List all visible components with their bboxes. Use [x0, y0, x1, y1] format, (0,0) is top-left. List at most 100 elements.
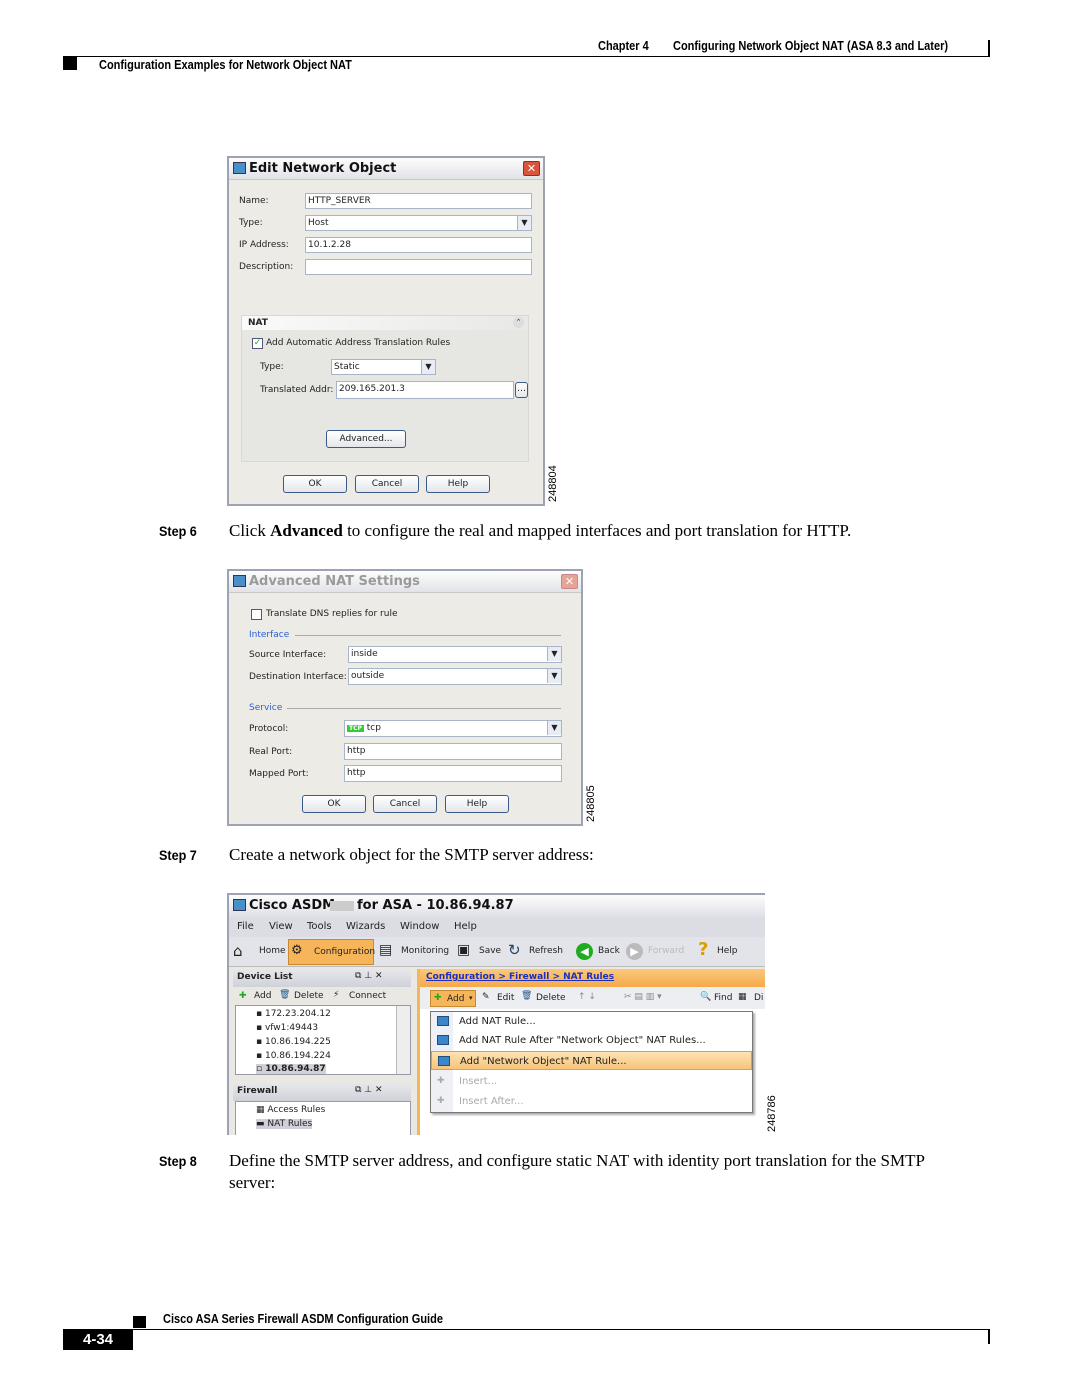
cancel-button[interactable]: Cancel — [373, 795, 437, 813]
device-add-button[interactable]: Add — [254, 991, 271, 1001]
toolbar-refresh[interactable]: Refresh — [529, 946, 563, 956]
toolbar-home[interactable]: Home — [259, 946, 286, 956]
toolbar-monitoring[interactable]: Monitoring — [401, 946, 449, 956]
device-item[interactable]: ▪ 10.86.194.224 — [256, 1051, 331, 1061]
type-select[interactable]: Host ▼ — [305, 215, 532, 231]
edit-button[interactable]: Edit — [497, 993, 514, 1003]
ok-button[interactable]: OK — [302, 795, 366, 813]
device-connect-button[interactable]: Connect — [349, 991, 386, 1001]
chevron-down-icon[interactable]: ▼ — [517, 216, 531, 230]
firewall-item-access-rules[interactable]: ▦ Access Rules — [256, 1105, 325, 1115]
close-icon[interactable]: ✕ — [561, 574, 578, 589]
menu-wizards[interactable]: Wizards — [346, 921, 385, 932]
real-port-input[interactable]: http — [344, 743, 562, 760]
menu-tools[interactable]: Tools — [307, 921, 332, 932]
advanced-button[interactable]: Advanced... — [326, 430, 406, 448]
protocol-select[interactable]: TCP tcp ▼ — [344, 720, 562, 737]
description-input[interactable] — [305, 259, 532, 275]
cut-copy-paste-icon[interactable]: ✂ ▤ ▥ ▾ — [624, 992, 662, 1002]
collapse-icon[interactable]: ⌃ — [513, 317, 524, 328]
breadcrumb: Configuration > Firewall > NAT Rules — [420, 969, 765, 987]
toolbar-save[interactable]: Save — [479, 946, 501, 956]
menu-window[interactable]: Window — [400, 921, 439, 932]
menu-item-insert[interactable]: ✚ Insert... — [431, 1072, 752, 1091]
add-dropdown-menu: Add NAT Rule... Add NAT Rule After "Netw… — [430, 1011, 753, 1113]
chevron-down-icon[interactable]: ▼ — [547, 721, 561, 735]
help-button[interactable]: Help — [426, 475, 490, 493]
type-value: Host — [308, 218, 329, 228]
chapter-title: Configuring Network Object NAT (ASA 8.3 … — [673, 39, 949, 53]
device-item[interactable]: ▪ 172.23.204.12 — [256, 1009, 331, 1019]
mapped-port-input[interactable]: http — [344, 765, 562, 782]
nat-rules-pane: Configuration > Firewall > NAT Rules ✚ Ad… — [417, 969, 765, 1135]
menu-item-add-nat-rule-after[interactable]: Add NAT Rule After "Network Object" NAT … — [431, 1031, 752, 1050]
footer-square — [133, 1316, 146, 1328]
menu-view[interactable]: View — [269, 921, 293, 932]
toolbar-configuration[interactable]: ⚙ Configuration — [288, 939, 375, 965]
divider — [295, 635, 561, 636]
delete-icon: 🗑 — [521, 991, 533, 1001]
name-input[interactable]: HTTP_SERVER — [305, 193, 532, 209]
scrollbar[interactable] — [396, 1006, 410, 1074]
cancel-button[interactable]: Cancel — [355, 475, 419, 493]
step-6-bold: Advanced — [270, 521, 343, 540]
source-interface-select[interactable]: inside ▼ — [348, 646, 562, 663]
browse-button[interactable]: … — [515, 382, 528, 398]
nat-header-label: NAT — [248, 318, 268, 328]
destination-interface-select[interactable]: outside ▼ — [348, 668, 562, 685]
help-button[interactable]: Help — [445, 795, 509, 813]
find-icon: 🔍 — [700, 992, 712, 1002]
device-item[interactable]: ▪ vfw1:49443 — [256, 1023, 318, 1033]
footer-bar — [988, 1330, 990, 1344]
toolbar-help[interactable]: Help — [717, 946, 738, 956]
figure-id: 248805 — [585, 785, 597, 822]
window-title-left: Cisco ASDM — [249, 898, 336, 913]
add-label: Add — [447, 994, 465, 1004]
auto-rules-checkbox[interactable]: ✓ — [252, 338, 263, 349]
app-icon — [233, 575, 246, 587]
menu-file[interactable]: File — [237, 921, 254, 932]
menu-bar: File View Tools Wizards Window Help — [229, 917, 765, 937]
toolbar-back[interactable]: Back — [598, 946, 620, 956]
step-7-text: Create a network object for the SMTP ser… — [229, 845, 594, 864]
dropdown-icon[interactable]: ▾ — [469, 994, 473, 1002]
menu-item-add-nat-rule[interactable]: Add NAT Rule... — [431, 1012, 752, 1031]
chevron-down-icon[interactable]: ▼ — [547, 647, 561, 661]
move-up-icon[interactable]: ↑ ↓ — [578, 992, 596, 1002]
device-item[interactable]: ▪ 10.86.194.225 — [256, 1037, 331, 1047]
translated-input[interactable]: 209.165.201.3 — [336, 381, 514, 399]
tcp-icon: TCP — [347, 725, 364, 732]
dns-checkbox[interactable] — [251, 609, 262, 620]
menu-item-add-network-object-nat-rule[interactable]: Add "Network Object" NAT Rule... — [431, 1051, 752, 1070]
add-button[interactable]: ✚ Add ▾ — [430, 990, 476, 1007]
header-rule — [63, 56, 990, 57]
breadcrumb-link[interactable]: Configuration > Firewall > NAT Rules — [426, 972, 614, 982]
pane-controls-icon[interactable]: ⧉ ⊥ ✕ — [355, 1085, 383, 1095]
firewall-item-nat-rules[interactable]: ▬ NAT Rules — [256, 1119, 313, 1129]
ok-button[interactable]: OK — [283, 475, 347, 493]
menu-help[interactable]: Help — [454, 921, 477, 932]
chevron-down-icon[interactable]: ▼ — [421, 360, 435, 374]
destination-interface-value: outside — [351, 671, 385, 681]
delete-button[interactable]: Delete — [536, 993, 566, 1003]
diagram-button[interactable]: Di — [754, 993, 763, 1003]
pane-controls-icon[interactable]: ⧉ ⊥ ✕ — [355, 971, 383, 981]
diagram-icon: ▦ — [738, 992, 747, 1002]
step-6-text-b: to configure the real and mapped interfa… — [342, 521, 852, 540]
protocol-value: tcp — [366, 723, 381, 733]
step-6-text-a: Click — [229, 521, 271, 540]
toolbar-forward[interactable]: Forward — [648, 946, 684, 956]
redacted-version — [330, 901, 354, 911]
delete-icon: 🗑 — [279, 990, 291, 1000]
insert-icon: ✚ — [437, 1076, 445, 1086]
interface-group-label: Interface — [249, 630, 290, 640]
menu-item-insert-after[interactable]: ✚ Insert After... — [431, 1092, 752, 1111]
device-delete-button[interactable]: Delete — [294, 991, 324, 1001]
close-icon[interactable]: ✕ — [523, 161, 540, 176]
ip-input[interactable]: 10.1.2.28 — [305, 237, 532, 253]
nat-type-select[interactable]: Static ▼ — [331, 359, 436, 375]
device-item-selected[interactable]: ▫ 10.86.94.87 — [256, 1064, 326, 1074]
chevron-down-icon[interactable]: ▼ — [547, 669, 561, 683]
find-button[interactable]: Find — [714, 993, 732, 1003]
insert-after-icon: ✚ — [437, 1096, 445, 1106]
